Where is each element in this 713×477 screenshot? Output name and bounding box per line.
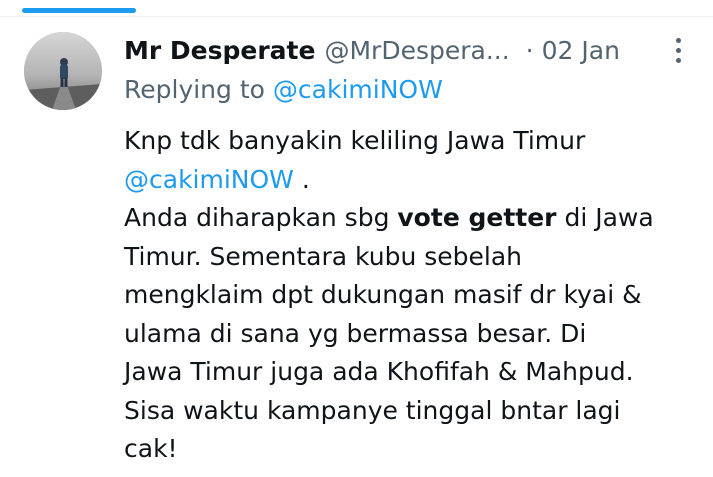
tweet-text-fragment: di Jawa	[556, 203, 654, 232]
user-handle[interactable]: @MrDespera...	[324, 36, 509, 65]
more-vertical-icon[interactable]	[671, 38, 685, 68]
tweet-text: Knp tdk banyakin keliling Jawa Timur @ca…	[124, 122, 704, 469]
tweet-bold-text: vote getter	[397, 203, 557, 232]
tweet-line: @cakimiNOW .	[124, 161, 704, 200]
tweet-text-fragment: Anda diharapkan sbg	[124, 203, 398, 232]
separator-dot: ·	[525, 35, 534, 65]
active-tab-indicator	[22, 8, 136, 13]
replying-to: Replying to @cakimiNOW	[124, 75, 443, 104]
tweet-line: Timur. Sementara kubu sebelah	[124, 241, 522, 271]
tweet-line: cak!	[124, 434, 178, 463]
tweet-header: Mr Desperate @MrDespera... · 02 Jan	[124, 30, 704, 70]
tweet-line: Sisa waktu kampanye tinggal bntar lagi	[124, 395, 621, 425]
tweet-mention[interactable]: @cakimiNOW	[124, 165, 294, 194]
tweet-line: Knp tdk banyakin keliling Jawa Timur	[124, 126, 586, 155]
replying-to-mention[interactable]: @cakimiNOW	[273, 75, 443, 104]
tweet-line: mengklaim dpt dukungan masif dr kyai &	[124, 280, 642, 309]
avatar[interactable]	[24, 32, 102, 110]
tweet-date[interactable]: 02 Jan	[542, 36, 620, 65]
tweet-line: Jawa Timur juga ada Khofifah & Mahpud.	[124, 357, 634, 386]
display-name[interactable]: Mr Desperate	[124, 36, 315, 65]
replying-to-label: Replying to	[124, 75, 265, 104]
tweet-line: ulama di sana yg bermassa besar. Di	[124, 318, 587, 348]
tweet-line: Anda diharapkan sbg vote getter di Jawa	[124, 199, 704, 238]
top-divider	[0, 16, 713, 17]
avatar-image	[24, 32, 102, 110]
tweet-text-fragment: .	[293, 164, 310, 194]
